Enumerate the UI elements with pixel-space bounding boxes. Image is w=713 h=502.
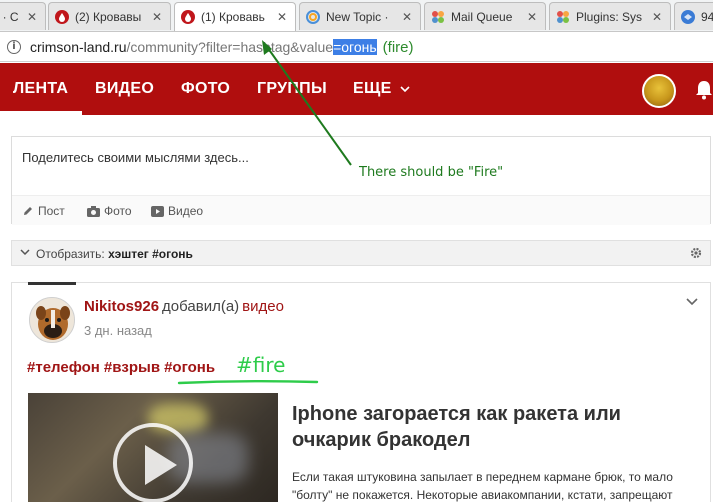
- video-thumbnail[interactable]: [28, 393, 278, 502]
- pencil-icon: [24, 207, 32, 215]
- video-description: Если такая штуковина запылает в переднем…: [292, 470, 673, 502]
- user-avatar[interactable]: [642, 74, 676, 108]
- video-icon: [151, 205, 164, 217]
- browser-tab[interactable]: (2) Кровавы ✕: [48, 2, 171, 30]
- tab-label: 94.: [701, 9, 713, 24]
- play-icon[interactable]: [113, 423, 193, 502]
- joomla-icon: [431, 10, 445, 24]
- nav-item-photo[interactable]: ФОТО: [181, 80, 230, 98]
- close-icon[interactable]: ✕: [527, 10, 539, 24]
- hashtag-link[interactable]: #телефон: [27, 359, 100, 376]
- hashtag-link[interactable]: #огонь: [164, 359, 215, 376]
- camera-icon: [87, 205, 100, 217]
- browser-tab[interactable]: 94.: [674, 2, 713, 30]
- author-avatar[interactable]: [29, 297, 75, 343]
- nav-item-more[interactable]: ЕЩЕ: [353, 80, 410, 98]
- fire-annotation: #fire: [236, 353, 286, 377]
- url-path: /community?filter=hashtag&value: [126, 39, 334, 55]
- bell-icon[interactable]: [695, 80, 713, 105]
- chevron-down-icon: [400, 86, 410, 92]
- nav-item-feed[interactable]: ЛЕНТА: [13, 80, 68, 98]
- post-type-button[interactable]: Пост: [22, 204, 65, 218]
- photo-type-label: Фото: [104, 204, 132, 218]
- nav-item-groups[interactable]: ГРУППЫ: [257, 80, 327, 98]
- video-type-button[interactable]: Видео: [151, 204, 203, 218]
- video-type-label: Видео: [168, 204, 204, 218]
- post-object-link[interactable]: видео: [242, 298, 284, 315]
- close-icon[interactable]: ✕: [27, 10, 39, 24]
- boxer-dog-avatar-image: [30, 298, 74, 342]
- close-icon[interactable]: ✕: [652, 10, 664, 24]
- chevron-down-icon[interactable]: [686, 297, 698, 307]
- feed-post: Nikitos926 добавил(а) видео 3 дн. назад #т…: [11, 282, 711, 502]
- filter-label: Отобразить: хэштег #огонь: [36, 247, 193, 261]
- nav-active-indicator: [0, 111, 82, 115]
- tab-label: (2) Кровавы: [75, 9, 142, 24]
- url-selection: =огонь: [333, 39, 377, 55]
- author-name-link[interactable]: Nikitos926: [84, 298, 159, 315]
- url-annotation: (fire): [382, 39, 414, 56]
- blood-drop-icon: [55, 9, 69, 24]
- tab-label: ь · С: [0, 9, 19, 24]
- address-bar[interactable]: i crimson-land.ru/community?filter=hasht…: [0, 32, 713, 62]
- annotation-text: There should be "Fire": [359, 165, 504, 180]
- gear-icon[interactable]: [690, 247, 702, 259]
- site-navbar: ЛЕНТА ВИДЕО ФОТО ГРУППЫ ЕЩЕ: [0, 63, 713, 115]
- post-action-text: добавил(а): [162, 298, 240, 315]
- filter-label-text: Отобразить:: [36, 247, 105, 261]
- browser-tab-active[interactable]: (1) Кровавь ✕: [174, 2, 296, 31]
- post-type-label: Пост: [38, 204, 65, 218]
- close-icon[interactable]: ✕: [402, 10, 414, 24]
- nav-item-video[interactable]: ВИДЕО: [95, 80, 154, 98]
- browser-tab[interactable]: Plugins: Sys ✕: [549, 2, 671, 30]
- browser-tab[interactable]: Mail Queue ✕: [424, 2, 546, 30]
- composer-placeholder[interactable]: Поделитесь своими мыслями здесь...: [22, 150, 249, 165]
- tab-label: (1) Кровавь: [201, 10, 265, 24]
- post-accent-line: [28, 282, 76, 285]
- close-icon[interactable]: ✕: [152, 10, 164, 24]
- nav-item-more-label: ЕЩЕ: [353, 80, 392, 97]
- browser-tab[interactable]: ь · С ✕: [0, 2, 46, 30]
- photo-type-button[interactable]: Фото: [87, 204, 132, 218]
- swirl-icon: [306, 9, 320, 24]
- composer-actions: Пост Фото Видео: [12, 195, 710, 225]
- feed-filter-bar[interactable]: Отобразить: хэштег #огонь: [11, 240, 711, 266]
- play-triangle: [145, 445, 177, 485]
- browser-tab-strip: ь · С ✕ (2) Кровавы ✕ (1) Кровавь ✕ New …: [0, 0, 713, 32]
- url-host: crimson-land.ru: [30, 39, 127, 55]
- annotation-underline: [177, 380, 319, 385]
- close-icon[interactable]: ✕: [277, 10, 289, 24]
- filter-value: хэштег #огонь: [108, 247, 193, 261]
- browser-tab[interactable]: New Topic · ✕: [299, 2, 421, 30]
- url-field[interactable]: crimson-land.ru/community?filter=hashtag…: [30, 39, 414, 56]
- joomla-icon: [556, 10, 570, 24]
- video-title-link[interactable]: Iphone загорается как ракета или очкарик…: [292, 401, 692, 453]
- chevron-down-icon[interactable]: [20, 247, 30, 257]
- tab-label: Plugins: Sys: [576, 9, 643, 24]
- blood-drop-icon: [181, 10, 195, 24]
- hashtag-link[interactable]: #взрыв: [104, 359, 160, 376]
- globe-icon: [681, 9, 695, 24]
- info-icon[interactable]: i: [7, 40, 21, 54]
- tab-label: Mail Queue: [451, 9, 513, 24]
- post-timestamp[interactable]: 3 дн. назад: [84, 323, 152, 338]
- post-hashtags: #телефон #взрыв #огонь: [27, 359, 219, 376]
- tab-label: New Topic ·: [326, 9, 389, 24]
- post-composer[interactable]: Поделитесь своими мыслями здесь... Пост …: [11, 136, 711, 225]
- post-header: Nikitos926 добавил(а) видео: [84, 298, 284, 315]
